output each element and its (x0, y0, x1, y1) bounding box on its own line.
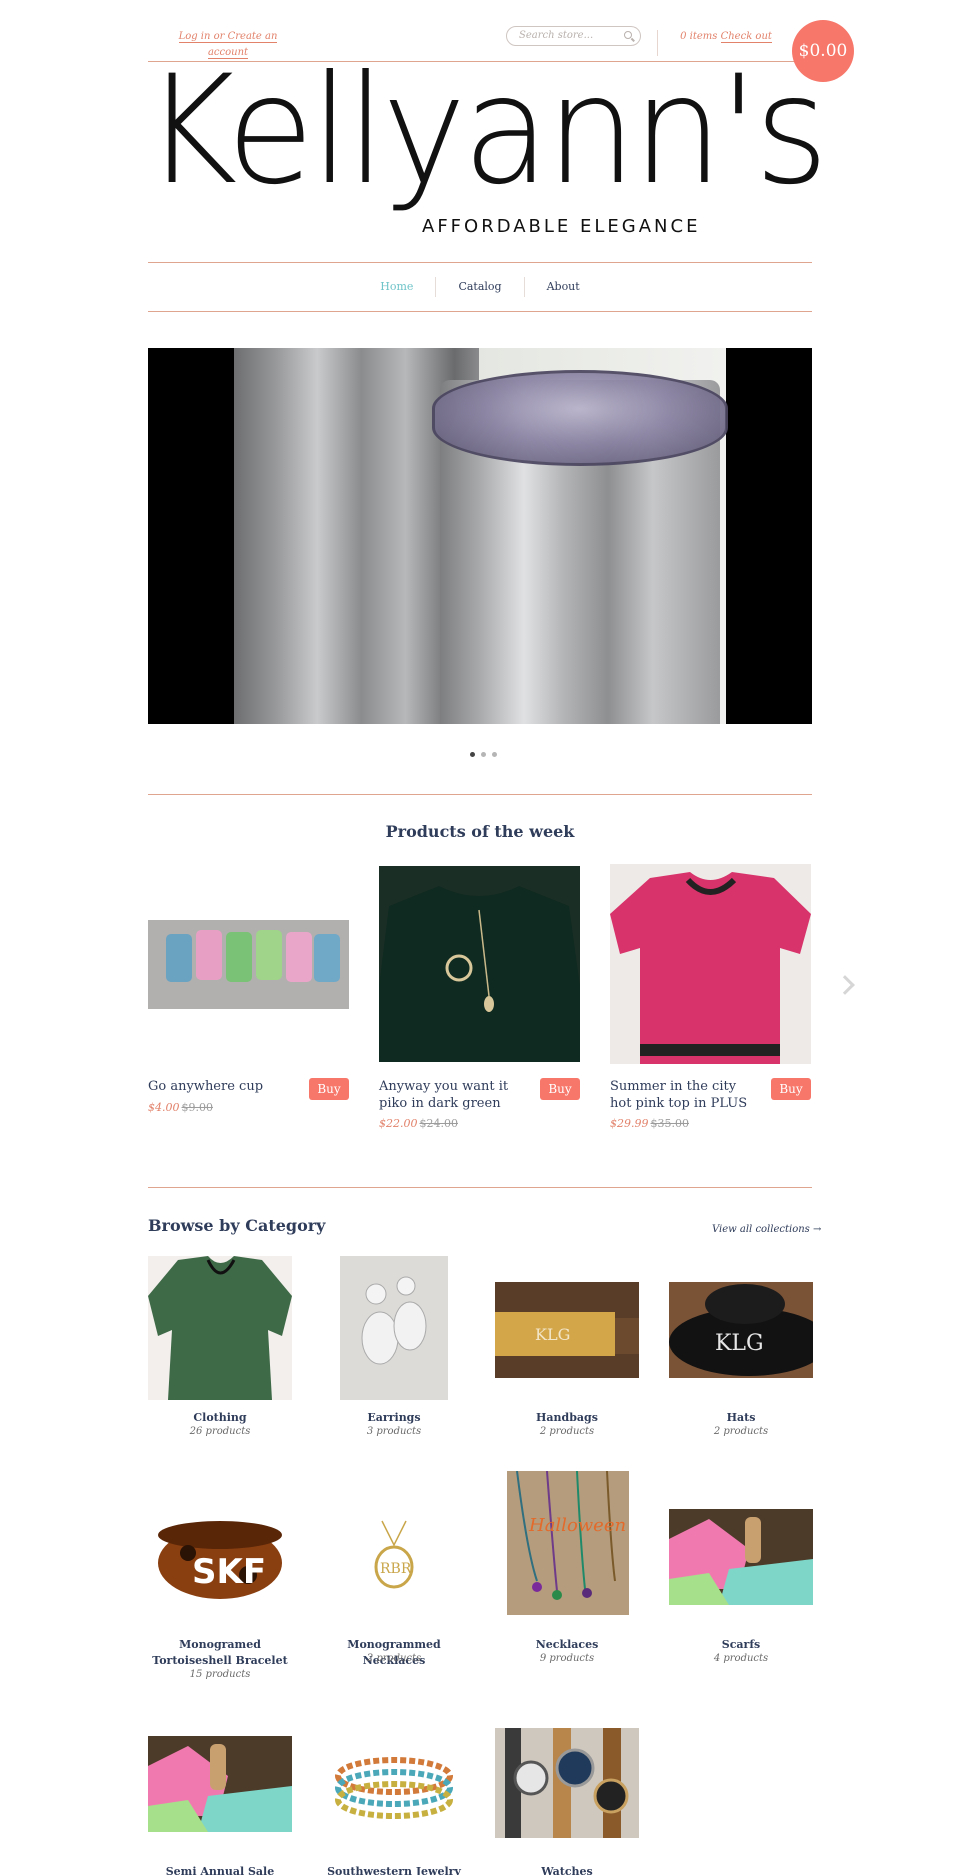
buy-button[interactable]: Buy (771, 1078, 811, 1100)
logo-wordmark: Kellyann's (144, 44, 829, 218)
sale-price: $4.00 (148, 1101, 180, 1114)
section-divider (148, 794, 812, 795)
product-image[interactable] (379, 866, 580, 1062)
category-name[interactable]: Clothing (148, 1410, 292, 1426)
cart-summary[interactable]: 0 items Check out (676, 29, 776, 45)
category-name[interactable]: Hats (669, 1410, 813, 1426)
category-name[interactable]: Earrings (322, 1410, 466, 1426)
category-name[interactable]: Semi Annual Sale (148, 1864, 292, 1875)
store-logo[interactable]: Kellyann's AFFORDABLE ELEGANCE (144, 46, 829, 246)
slider-dot-2[interactable] (481, 752, 486, 757)
cart-items[interactable]: 0 items (680, 31, 717, 42)
search-input[interactable]: Search store... (506, 26, 641, 46)
product-price: $4.00 $9.00 (148, 1101, 213, 1114)
category-count: 2 products (539, 1426, 595, 1437)
nav-catalog[interactable]: Catalog (435, 277, 523, 297)
svg-text:Halloween: Halloween (528, 1515, 626, 1536)
carousel-next-icon[interactable] (835, 975, 855, 995)
category-image[interactable]: Halloween (507, 1471, 629, 1615)
category-name[interactable]: Scarfs (669, 1637, 813, 1653)
nav-about[interactable]: About (523, 277, 602, 297)
category-image[interactable] (340, 1256, 448, 1400)
category-count: 9 products (539, 1653, 595, 1664)
category-name[interactable]: Monogramed Tortoiseshell Bracelet (148, 1637, 292, 1669)
product-name[interactable]: Anyway you want it piko in dark green (379, 1078, 529, 1112)
category-image[interactable] (148, 1736, 292, 1832)
slide-image-tumblers (234, 348, 728, 724)
compare-price: $24.00 (419, 1117, 459, 1130)
category-name[interactable]: Southwestern Jewelry (322, 1864, 466, 1875)
browse-by-category-title: Browse by Category (148, 1216, 326, 1235)
slider-dot-1[interactable] (470, 752, 475, 757)
sale-price: $22.00 (379, 1117, 418, 1130)
buy-button[interactable]: Buy (309, 1078, 349, 1100)
product-image[interactable] (148, 920, 349, 1009)
category-name[interactable]: Handbags (495, 1410, 639, 1426)
logo-tagline: AFFORDABLE ELEGANCE (422, 216, 701, 237)
compare-price: $9.00 (181, 1101, 214, 1114)
category-count: 4 products (713, 1653, 769, 1664)
category-count: 3 products (366, 1426, 422, 1437)
svg-text:KLG: KLG (535, 1325, 570, 1344)
product-price: $22.00 $24.00 (379, 1117, 458, 1130)
category-image[interactable]: RBR (322, 1483, 466, 1627)
product-name[interactable]: Go anywhere cup (148, 1078, 298, 1095)
category-image[interactable]: KLG (495, 1282, 639, 1378)
category-name[interactable]: Necklaces (495, 1637, 639, 1653)
category-image[interactable]: KLG (669, 1282, 813, 1378)
category-image[interactable] (495, 1728, 639, 1838)
product-image[interactable] (610, 864, 811, 1064)
svg-text:KLG: KLG (715, 1331, 764, 1356)
slider-dot-3[interactable] (492, 752, 497, 757)
product-name[interactable]: Summer in the city hot pink top in PLUS (610, 1078, 760, 1112)
products-of-week-title: Products of the week (385, 822, 575, 841)
section-divider (148, 1187, 812, 1188)
search-icon[interactable] (624, 31, 632, 39)
main-nav: Home Catalog About (148, 262, 812, 312)
category-count: 26 products (189, 1426, 251, 1437)
svg-text:RBR: RBR (380, 1561, 412, 1577)
checkout-link[interactable]: Check out (720, 31, 772, 43)
slider-pagination (470, 752, 497, 757)
product-price: $29.99 $35.00 (610, 1117, 689, 1130)
hero-slideshow[interactable] (148, 348, 812, 724)
nav-home[interactable]: Home (358, 277, 435, 297)
search-placeholder: Search store... (519, 30, 594, 41)
category-image[interactable] (148, 1256, 292, 1400)
compare-price: $35.00 (650, 1117, 690, 1130)
category-count: 15 products (189, 1669, 251, 1680)
sale-price: $29.99 (610, 1117, 649, 1130)
category-count: 2 products (713, 1426, 769, 1437)
category-image[interactable]: SKF (148, 1483, 292, 1627)
buy-button[interactable]: Buy (540, 1078, 580, 1100)
category-count: 2 products (366, 1653, 422, 1664)
svg-text:SKF: SKF (192, 1552, 266, 1592)
category-image[interactable] (322, 1736, 466, 1832)
view-all-collections-link[interactable]: View all collections → (712, 1224, 821, 1235)
category-name[interactable]: Watches (495, 1864, 639, 1875)
category-image[interactable] (669, 1509, 813, 1605)
